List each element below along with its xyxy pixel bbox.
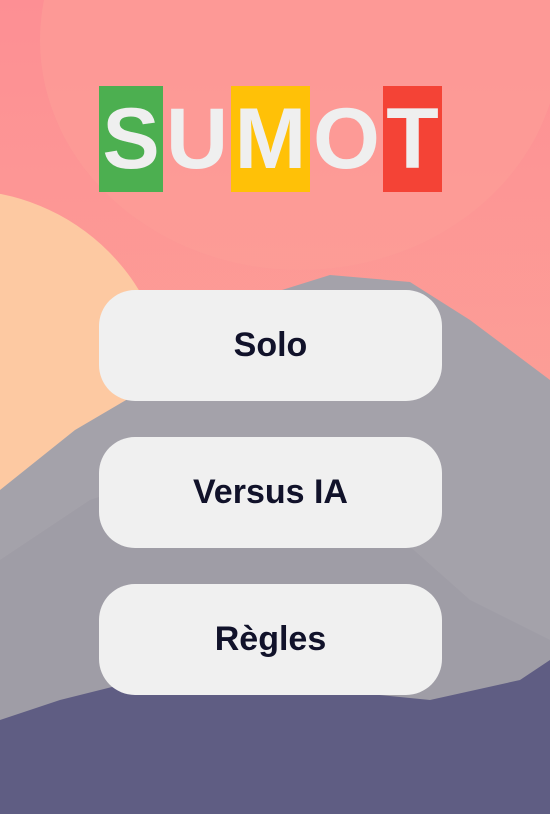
- logo-letter-m-text: M: [234, 91, 307, 187]
- logo-letter-s-text: S: [102, 91, 160, 187]
- versus-ai-button[interactable]: Versus IA: [99, 437, 442, 548]
- logo-letter-o-text: O: [313, 91, 380, 187]
- logo-letter-u: U: [163, 86, 231, 192]
- rules-button[interactable]: Règles: [99, 584, 442, 695]
- game-logo: S U M O T: [99, 86, 442, 192]
- logo-letter-t: T: [383, 86, 442, 192]
- logo-letter-o: O: [310, 86, 383, 192]
- main-menu: Solo Versus IA Règles: [99, 290, 442, 731]
- logo-letter-t-text: T: [386, 91, 439, 187]
- logo-letter-s: S: [99, 86, 163, 192]
- solo-button[interactable]: Solo: [99, 290, 442, 401]
- logo-letter-m: M: [231, 86, 310, 192]
- logo-letter-u-text: U: [165, 91, 229, 187]
